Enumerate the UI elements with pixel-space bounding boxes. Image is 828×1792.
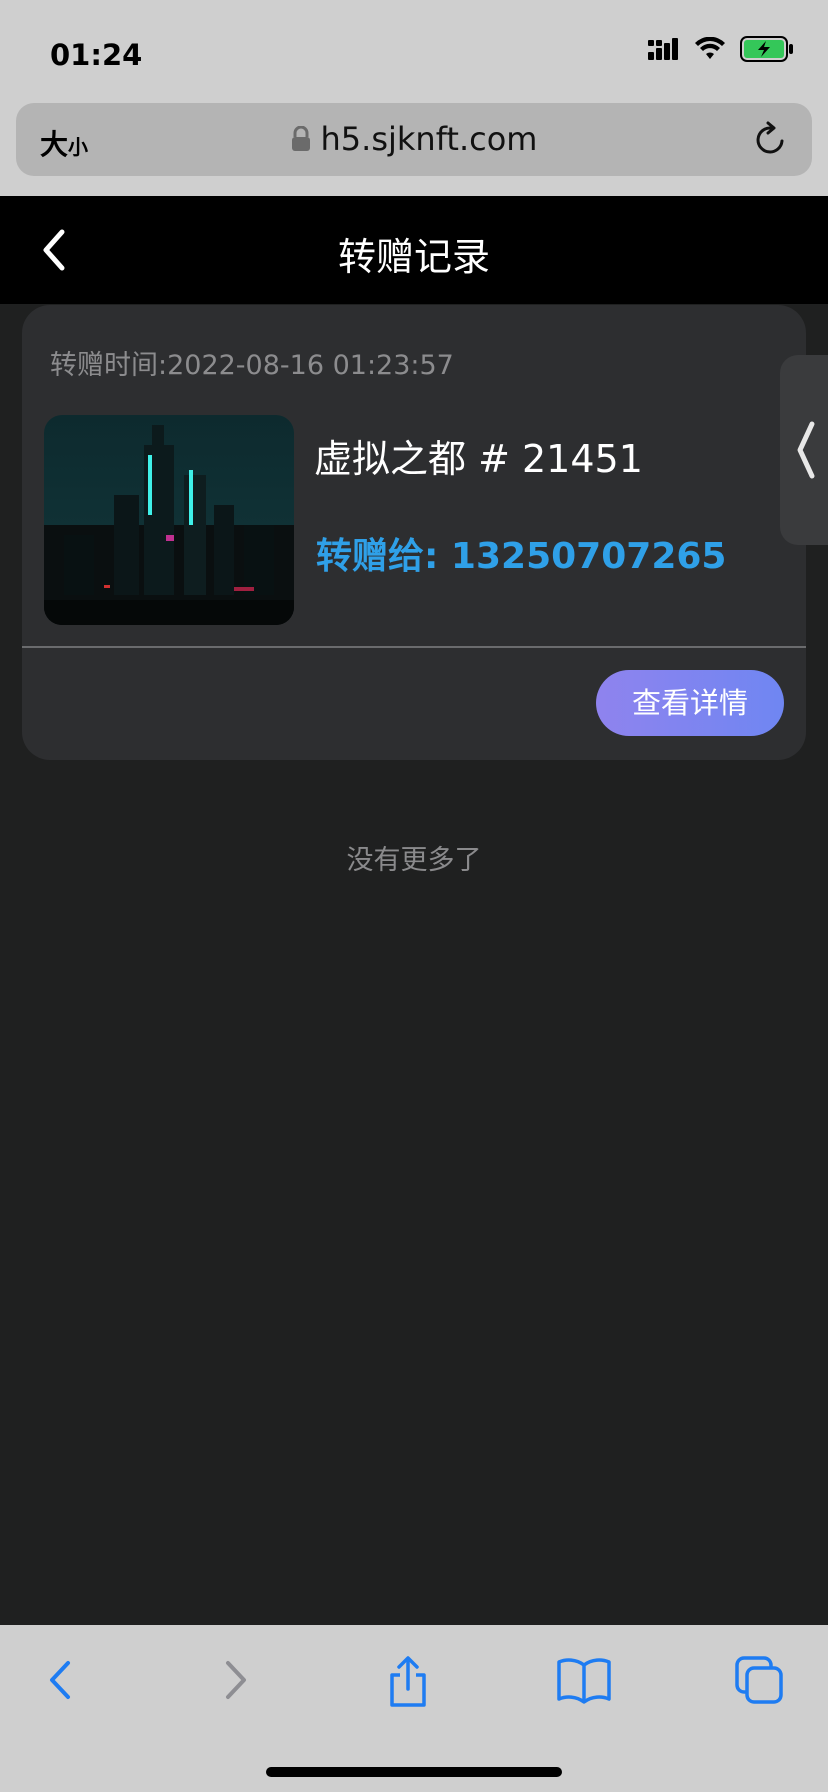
url-display[interactable]: h5.sjknft.com xyxy=(16,120,812,160)
no-more-text: 没有更多了 xyxy=(346,845,482,876)
card-divider xyxy=(22,646,806,648)
tabs-icon[interactable] xyxy=(734,1655,784,1709)
page-title: 转赠记录 xyxy=(337,235,490,279)
reload-icon[interactable] xyxy=(754,121,788,161)
address-bar[interactable]: 大小 h5.sjknft.com xyxy=(16,103,812,176)
transfer-time: 转赠时间:2022-08-16 01:23:57 xyxy=(50,350,454,381)
browser-toolbar xyxy=(0,1625,828,1792)
recipient-label: 转赠给: 13250707265 xyxy=(316,536,727,577)
book-icon[interactable] xyxy=(556,1655,612,1709)
nft-name: 虚拟之都 # 21451 xyxy=(314,437,643,481)
battery-icon xyxy=(740,36,794,66)
home-indicator xyxy=(266,1767,562,1777)
status-time: 01:24 xyxy=(50,38,143,72)
transfer-record-card: 转赠时间:2022-08-16 01:23:57 虚拟之都 # 21451 转赠… xyxy=(22,305,806,760)
url-text: h5.sjknft.com xyxy=(320,120,538,158)
lock-icon xyxy=(291,122,311,160)
app-header: 转赠记录 xyxy=(0,196,828,304)
forward-arrow-icon[interactable] xyxy=(216,1655,256,1709)
side-drawer-tab[interactable] xyxy=(780,355,828,545)
browser-top-chrome: 01:24 大小 h5.sjknft.com xyxy=(0,0,828,196)
view-details-button[interactable]: 查看详情 xyxy=(596,670,784,736)
cellular-signal-icon xyxy=(648,38,680,64)
nft-thumbnail[interactable] xyxy=(44,415,294,625)
status-icons xyxy=(648,36,794,66)
share-icon[interactable] xyxy=(386,1655,430,1713)
back-arrow-icon[interactable] xyxy=(40,1655,80,1709)
wifi-icon xyxy=(694,36,726,65)
